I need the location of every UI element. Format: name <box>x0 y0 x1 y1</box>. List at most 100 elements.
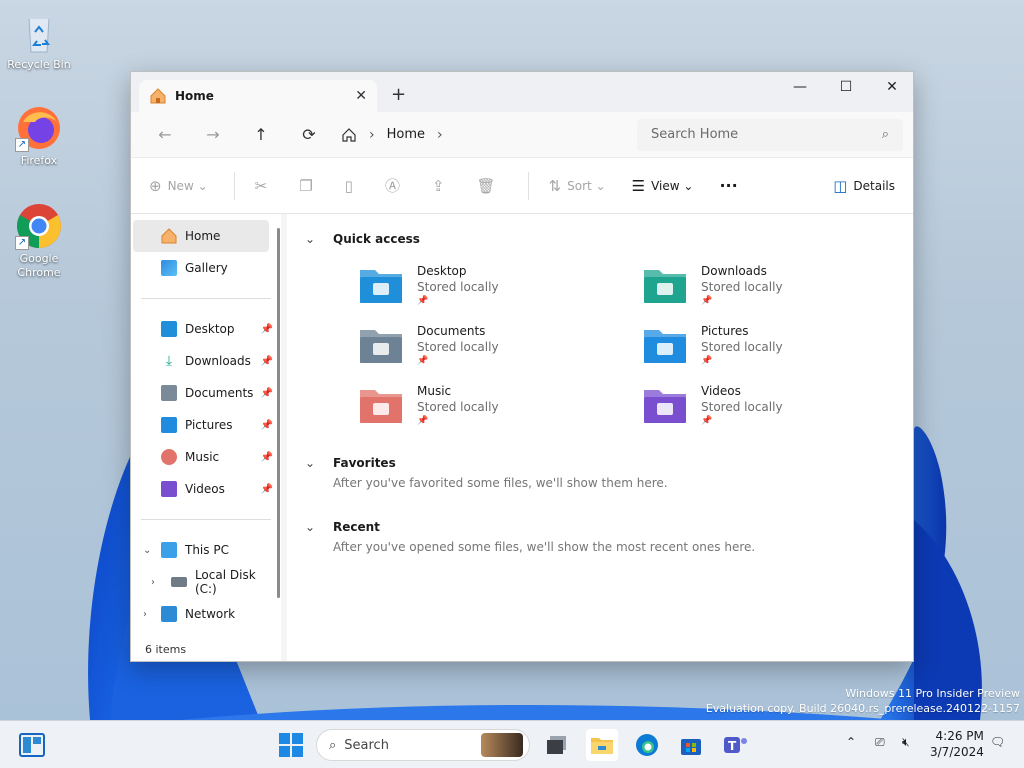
desktop-icon-recycle-bin[interactable]: Recycle Bin <box>3 8 75 71</box>
videos-icon <box>161 481 177 497</box>
quick-access-location: Stored locally <box>701 280 783 294</box>
share-icon: ⇪ <box>431 176 445 195</box>
chevron-down-icon[interactable]: ⌄ <box>305 232 333 246</box>
task-view-button[interactable] <box>541 729 573 761</box>
breadcrumb[interactable]: › Home › <box>333 119 623 151</box>
taskbar-store[interactable] <box>675 729 707 761</box>
section-title: Recent <box>333 520 380 534</box>
evaluation-watermark: Windows 11 Pro Insider Preview Evaluatio… <box>706 686 1020 716</box>
taskbar-clock[interactable]: 4:26 PM 3/7/2024 <box>930 728 984 760</box>
maximize-button[interactable]: ☐ <box>823 72 869 102</box>
quick-access-location: Stored locally <box>417 340 499 354</box>
back-arrow-icon[interactable]: ← <box>141 125 189 144</box>
sidebar-item-downloads[interactable]: ⤓ Downloads 📌 <box>131 345 281 377</box>
recycle-bin-icon <box>15 8 63 56</box>
quick-access-name: Videos <box>701 384 741 398</box>
minimize-button[interactable]: — <box>777 72 823 102</box>
close-tab-icon[interactable]: ✕ <box>355 88 367 104</box>
delete-button[interactable]: 🗑 <box>477 177 502 195</box>
quick-access-item[interactable]: Desktop Stored locally 📌 <box>359 264 643 316</box>
taskbar-search-box[interactable]: ⌕ Search <box>316 729 530 761</box>
chevron-right-icon[interactable]: › <box>143 609 147 620</box>
sidebar-item-gallery[interactable]: Gallery <box>131 252 281 284</box>
sidebar-item-label: Pictures <box>185 418 233 432</box>
view-list-icon: ☰ <box>631 176 646 195</box>
chevron-right-icon[interactable]: › <box>151 577 155 588</box>
chevron-right-icon[interactable]: › <box>437 127 443 143</box>
quick-access-item[interactable]: Music Stored locally 📌 <box>359 384 643 436</box>
sidebar-item-desktop[interactable]: Desktop 📌 <box>131 313 281 345</box>
quick-access-item[interactable]: Documents Stored locally 📌 <box>359 324 643 376</box>
search-input[interactable]: Search Home ⌕ <box>637 118 903 151</box>
teams-icon: T <box>724 737 747 753</box>
taskbar-edge[interactable] <box>631 729 663 761</box>
sidebar-item-pictures[interactable]: Pictures 📌 <box>131 409 281 441</box>
breadcrumb-home[interactable]: Home <box>387 127 425 142</box>
up-arrow-icon[interactable]: ↑ <box>237 125 285 144</box>
sidebar-item-label: Downloads <box>185 354 251 368</box>
quick-access-name: Documents <box>417 324 486 338</box>
sidebar-scrollbar[interactable] <box>277 228 280 598</box>
sidebar-item-label: Home <box>185 229 221 243</box>
view-button[interactable]: ☰ View ⌄ <box>632 177 694 195</box>
show-hidden-icons-chevron[interactable]: ⌃ <box>846 735 856 749</box>
sidebar-item-music[interactable]: Music 📌 <box>131 441 281 473</box>
navigation-pane: Home Gallery Desktop 📌 ⤓ Downloads 📌 Doc… <box>131 214 281 661</box>
watermark-line1: Windows 11 Pro Insider Preview <box>845 687 1020 700</box>
volume-muted-icon[interactable]: 🔇︎ <box>902 735 910 750</box>
paste-button[interactable]: ▯ <box>345 177 359 195</box>
documents-icon <box>161 385 177 401</box>
start-button[interactable] <box>275 729 307 761</box>
widgets-button[interactable] <box>16 729 48 761</box>
section-recent[interactable]: ⌄ Recent <box>305 514 893 540</box>
quick-access-item[interactable]: Videos Stored locally 📌 <box>643 384 893 436</box>
quick-access-item[interactable]: Pictures Stored locally 📌 <box>643 324 893 376</box>
section-quick-access[interactable]: ⌄ Quick access <box>305 226 893 252</box>
section-favorites[interactable]: ⌄ Favorites <box>305 450 893 476</box>
close-window-button[interactable]: ✕ <box>869 72 913 102</box>
taskbar-teams[interactable]: T <box>720 729 752 761</box>
new-tab-button[interactable]: + <box>391 84 406 105</box>
pin-icon: 📌 <box>417 356 429 366</box>
sidebar-item-videos[interactable]: Videos 📌 <box>131 473 281 505</box>
notifications-icon[interactable]: 🗨︎ <box>990 735 1005 749</box>
desktop-icon-firefox[interactable]: ↗ Firefox <box>3 104 75 167</box>
network-tray-icon[interactable]: ⎚ <box>875 735 885 750</box>
copy-button[interactable]: ❐ <box>299 177 318 195</box>
details-button[interactable]: ◫ Details <box>833 177 895 195</box>
sort-button[interactable]: ⇅ Sort ⌄ <box>549 177 606 195</box>
sort-icon: ⇅ <box>548 176 562 195</box>
chevron-down-icon[interactable]: ⌄ <box>305 520 333 534</box>
refresh-icon[interactable]: ⟳ <box>285 125 333 144</box>
sidebar-item-local-disk[interactable]: › Local Disk (C:) <box>131 566 281 598</box>
content-pane: ⌄ Quick access Desktop Stored locally 📌 Dow… <box>287 214 913 661</box>
pin-icon: 📌 <box>260 419 273 431</box>
shortcut-arrow-icon: ↗ <box>15 236 29 250</box>
new-button[interactable]: ⊕ New ⌄ <box>149 177 208 195</box>
sidebar-item-label: Music <box>185 450 220 464</box>
quick-access-item[interactable]: Downloads Stored locally 📌 <box>643 264 893 316</box>
chevron-down-icon[interactable]: ⌄ <box>143 545 151 556</box>
quick-access-location: Stored locally <box>417 400 499 414</box>
clock-time: 4:26 PM <box>935 729 984 743</box>
divider <box>527 171 529 200</box>
more-options-button[interactable]: ··· <box>719 176 737 195</box>
clipboard-icon: ▯ <box>344 176 353 195</box>
sidebar-item-this-pc[interactable]: ⌄ This PC <box>131 534 281 566</box>
rename-icon: Ⓐ <box>384 177 400 195</box>
desktop-icon-label: Recycle Bin <box>7 58 71 71</box>
share-button[interactable]: ⇪ <box>432 177 451 195</box>
cut-button[interactable]: ✂ <box>255 177 274 195</box>
sidebar-item-network[interactable]: › Network <box>131 598 281 630</box>
pin-icon: 📌 <box>701 296 713 306</box>
rename-button[interactable]: Ⓐ <box>385 175 406 196</box>
tab-home[interactable]: Home ✕ <box>139 80 377 112</box>
sidebar-item-home[interactable]: Home <box>133 220 269 252</box>
taskbar-file-explorer[interactable] <box>586 729 618 761</box>
desktop-icon-chrome[interactable]: ↗ Google Chrome <box>3 202 75 280</box>
divider <box>233 171 235 200</box>
quick-access-location: Stored locally <box>701 340 783 354</box>
forward-arrow-icon[interactable]: → <box>189 125 237 144</box>
chevron-down-icon[interactable]: ⌄ <box>305 456 333 470</box>
sidebar-item-documents[interactable]: Documents 📌 <box>131 377 281 409</box>
